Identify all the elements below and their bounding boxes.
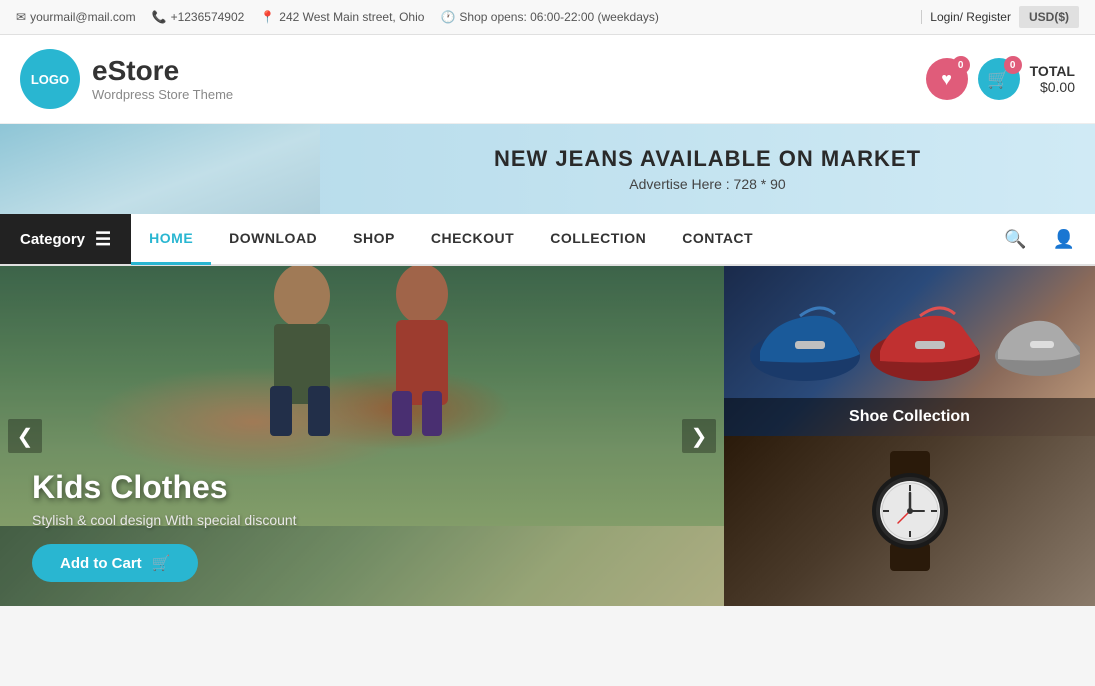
main-content: Kids Clothes Stylish & cool design With … (0, 266, 1095, 606)
login-link[interactable]: Login/ Register (930, 10, 1011, 24)
store-tagline: Wordpress Store Theme (92, 87, 233, 102)
slider-prev-button[interactable]: ❮ (8, 419, 42, 453)
nav-right: 🔍 👤 (984, 214, 1095, 264)
top-bar-right: Login/ Register USD($) (913, 6, 1079, 28)
email-text: yourmail@mail.com (30, 10, 136, 24)
logo-area: LOGO eStore Wordpress Store Theme (20, 49, 233, 109)
top-bar-left: ✉ yourmail@mail.com 📞 +1236574902 📍 242 … (16, 10, 659, 24)
total-label: TOTAL (1030, 63, 1075, 79)
phone-info: 📞 +1236574902 (152, 10, 245, 24)
slider-title: Kids Clothes (32, 469, 692, 506)
slider-description: Stylish & cool design With special disco… (32, 512, 692, 528)
watch-visual (734, 446, 1085, 576)
hamburger-icon: ☰ (95, 229, 111, 250)
banner-person (0, 124, 320, 214)
search-button[interactable]: 🔍 (996, 225, 1034, 254)
clock-icon: 🕐 (440, 10, 455, 24)
hours-info: 🕐 Shop opens: 06:00-22:00 (weekdays) (440, 10, 658, 24)
nav-link-collection[interactable]: COLLECTION (532, 213, 664, 265)
search-icon: 🔍 (1004, 229, 1026, 249)
nav-link-shop[interactable]: SHOP (335, 213, 413, 265)
banner: NEW JEANS AVAILABLE ON MARKET Advertise … (0, 124, 1095, 214)
wishlist-button[interactable]: ♥ 0 (926, 58, 968, 100)
cart-badge: 0 (1004, 56, 1022, 74)
header: LOGO eStore Wordpress Store Theme ♥ 0 🛒 … (0, 35, 1095, 124)
total-area: TOTAL $0.00 (1030, 63, 1075, 95)
store-name: eStore (92, 57, 233, 85)
add-to-cart-button[interactable]: Add to Cart 🛒 (32, 544, 198, 582)
nav-bar: Category ☰ HOME DOWNLOAD SHOP CHECKOUT C… (0, 214, 1095, 266)
currency-selector[interactable]: USD($) (1019, 6, 1079, 28)
shoes-svg (740, 286, 1080, 396)
slider-next-button[interactable]: ❯ (682, 419, 716, 453)
nav-link-download[interactable]: DOWNLOAD (211, 213, 335, 265)
next-arrow-icon: ❯ (691, 424, 708, 449)
email-info: ✉ yourmail@mail.com (16, 10, 136, 24)
banner-headline: NEW JEANS AVAILABLE ON MARKET (340, 146, 1075, 172)
phone-text: +1236574902 (171, 10, 245, 24)
email-icon: ✉ (16, 10, 26, 24)
banner-subtext: Advertise Here : 728 * 90 (340, 176, 1075, 192)
banner-image (0, 124, 320, 214)
slider-section: Kids Clothes Stylish & cool design With … (0, 266, 724, 606)
header-icons: ♥ 0 🛒 0 TOTAL $0.00 (926, 58, 1075, 100)
address-text: 242 West Main street, Ohio (279, 10, 424, 24)
phone-icon: 📞 (152, 10, 167, 24)
slider-background: Kids Clothes Stylish & cool design With … (0, 266, 724, 606)
prev-arrow-icon: ❮ (17, 424, 34, 449)
logo[interactable]: LOGO (20, 49, 80, 109)
banner-text: NEW JEANS AVAILABLE ON MARKET Advertise … (320, 146, 1095, 192)
user-button[interactable]: 👤 (1045, 225, 1083, 254)
shoe-panel-label: Shoe Collection (724, 398, 1095, 436)
store-info: eStore Wordpress Store Theme (92, 57, 233, 102)
shoe-panel: Shoe Collection (724, 266, 1095, 436)
nav-link-home[interactable]: HOME (131, 213, 211, 265)
hours-text: Shop opens: 06:00-22:00 (weekdays) (459, 10, 658, 24)
nav-link-contact[interactable]: CONTACT (664, 213, 771, 265)
address-info: 📍 242 West Main street, Ohio (260, 10, 424, 24)
logo-text: LOGO (31, 72, 69, 87)
category-button[interactable]: Category ☰ (0, 214, 131, 264)
shoe-visual (734, 276, 1085, 406)
watch-svg (830, 451, 990, 571)
cart-icon: 🛒 (152, 554, 171, 572)
slider-content: Kids Clothes Stylish & cool design With … (32, 469, 692, 582)
top-bar: ✉ yourmail@mail.com 📞 +1236574902 📍 242 … (0, 0, 1095, 35)
watch-panel (724, 436, 1095, 606)
user-icon: 👤 (1053, 229, 1075, 249)
heart-icon: ♥ (941, 69, 952, 90)
category-label: Category (20, 231, 85, 248)
nav-link-checkout[interactable]: CHECKOUT (413, 213, 532, 265)
total-amount: $0.00 (1030, 79, 1075, 95)
add-to-cart-label: Add to Cart (60, 555, 142, 572)
location-icon: 📍 (260, 10, 275, 24)
cart-button[interactable]: 🛒 0 (978, 58, 1020, 100)
divider (921, 10, 922, 24)
nav-links: HOME DOWNLOAD SHOP CHECKOUT COLLECTION C… (131, 214, 984, 264)
right-panels: Shoe Collection (724, 266, 1095, 606)
wishlist-badge: 0 (952, 56, 970, 74)
